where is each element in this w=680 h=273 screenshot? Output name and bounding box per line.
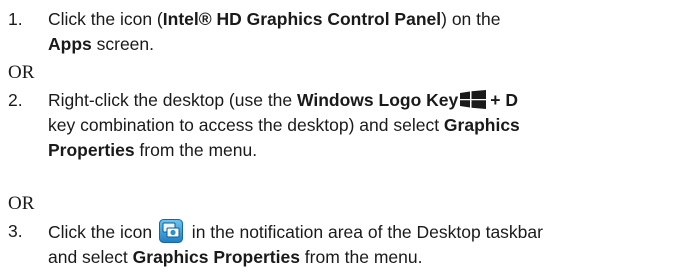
step-text: Click the icon (Intel® HD Graphics Contr… — [48, 9, 501, 54]
windows-logo-icon — [460, 90, 487, 109]
windows-key-label: Windows Logo Key — [297, 90, 459, 110]
step-text: Click the icon in the notification area … — [48, 219, 678, 270]
step-number: 3. — [8, 221, 23, 241]
step-2: 2. Right-click the desktop (use the Wind… — [0, 88, 680, 163]
step-number: 2. — [8, 90, 23, 110]
step-number: 1. — [8, 9, 23, 29]
apps-screen-label: Apps — [48, 34, 92, 54]
intel-graphics-tray-icon — [158, 219, 183, 243]
or-separator: OR — [8, 193, 35, 214]
or-separator: OR — [8, 62, 35, 83]
graphics-properties-label: Graphics Properties — [132, 247, 300, 267]
instructions: 1. Click the icon (Intel® HD Graphics Co… — [0, 0, 680, 273]
step-text: Right-click the desktop (use the Windows… — [48, 90, 520, 160]
shortcut-key-label: + D — [490, 90, 518, 110]
step-3: 3. Click the icon in the notification ar… — [0, 219, 680, 269]
app-name: Intel® HD Graphics Control Panel — [162, 9, 442, 29]
step-1: 1. Click the icon (Intel® HD Graphics Co… — [0, 7, 680, 57]
